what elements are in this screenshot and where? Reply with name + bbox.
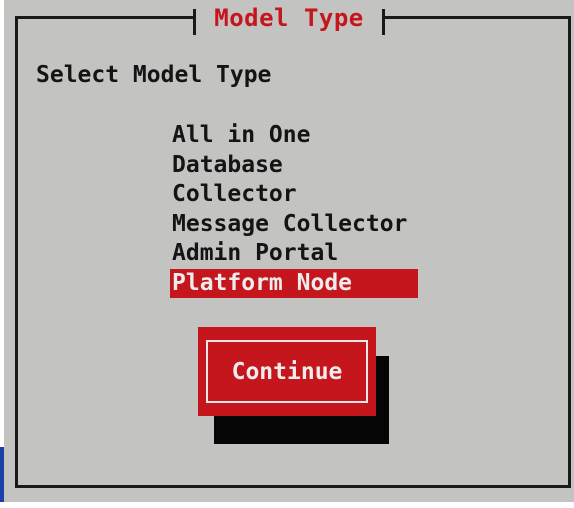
menu-item-all-in-one[interactable]: All in One: [170, 121, 418, 151]
menu-item-platform-node[interactable]: Platform Node: [170, 268, 418, 298]
menu-item-message-collector[interactable]: Message Collector: [170, 210, 418, 240]
model-type-dialog: Model Type Select Model Type All in One …: [4, 0, 574, 502]
screen-bottom-edge: [0, 502, 574, 508]
continue-button-focus-ring: Continue: [206, 340, 368, 403]
menu-item-collector[interactable]: Collector: [170, 180, 418, 210]
frame-top-left: [15, 16, 193, 19]
frame-top-right: [385, 16, 571, 19]
title-bracket-left: [193, 9, 196, 35]
title-bracket-right: [382, 9, 385, 35]
dialog-title-bar: Model Type: [193, 4, 385, 35]
continue-button[interactable]: Continue: [198, 327, 376, 416]
menu-item-database[interactable]: Database: [170, 151, 418, 181]
select-model-type-label: Select Model Type: [36, 62, 272, 88]
continue-button-label: Continue: [231, 358, 343, 385]
menu-item-admin-portal[interactable]: Admin Portal: [170, 239, 418, 269]
dialog-title: Model Type: [214, 4, 364, 32]
model-type-list: All in One Database Collector Message Co…: [170, 121, 418, 298]
terminal-screen: Model Type Select Model Type All in One …: [0, 0, 574, 508]
